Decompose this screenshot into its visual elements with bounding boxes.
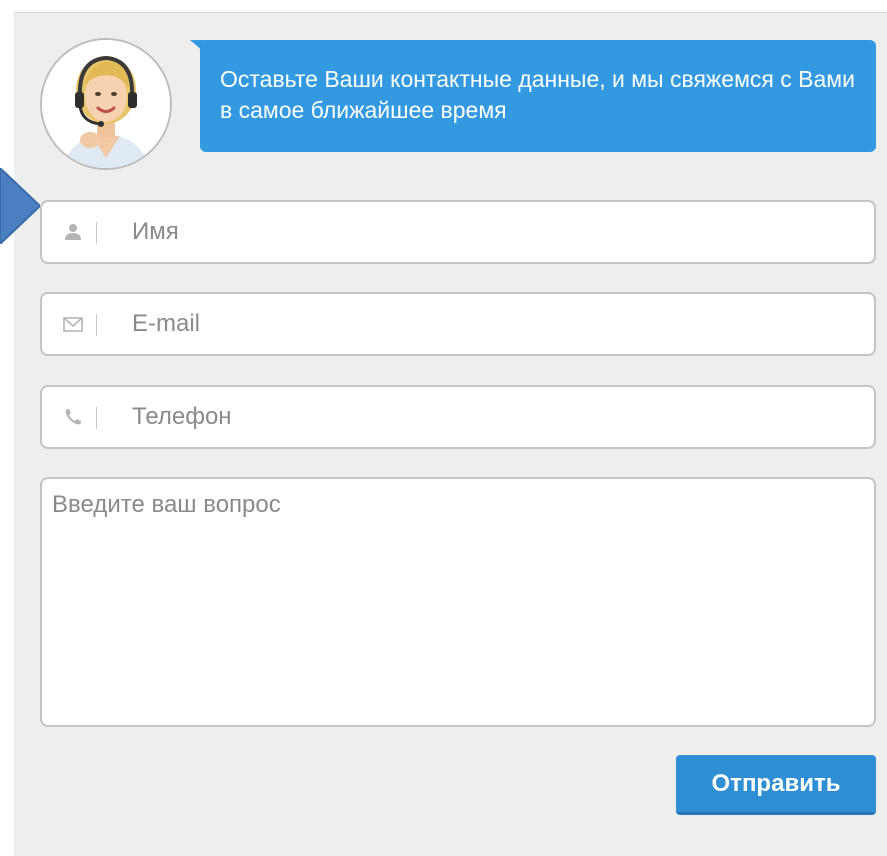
field-separator (96, 314, 97, 336)
operator-headset-icon (42, 40, 170, 168)
support-operator-avatar (40, 38, 172, 170)
submit-button[interactable]: Отправить (676, 755, 876, 815)
envelope-icon (63, 317, 83, 332)
email-field[interactable] (40, 292, 876, 356)
callout-message: Оставьте Ваши контактные данные, и мы св… (200, 40, 876, 152)
field-separator (96, 222, 97, 244)
user-icon (65, 224, 81, 240)
phone-field[interactable] (40, 385, 876, 449)
email-input[interactable] (112, 294, 852, 354)
phone-icon (65, 409, 81, 425)
name-field[interactable] (40, 200, 876, 264)
field-separator (96, 407, 97, 429)
name-input[interactable] (112, 202, 852, 262)
question-textarea[interactable] (40, 477, 876, 727)
phone-input[interactable] (112, 387, 852, 447)
pointer-arrow-icon (0, 168, 40, 244)
